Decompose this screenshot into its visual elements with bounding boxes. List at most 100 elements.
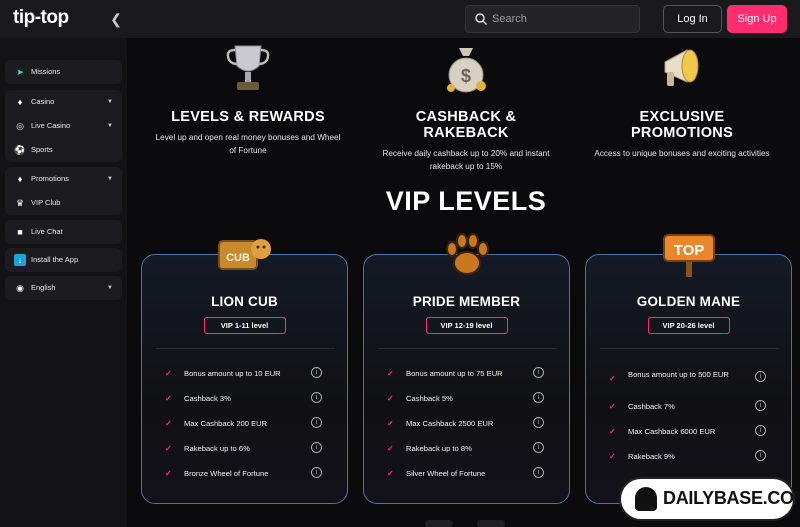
chat-bubble-icon: ■ [17,227,23,237]
sidebar-group-chat: ■ Live Chat [5,220,122,244]
svg-text:$: $ [461,66,471,86]
watermark-text: DAILYBASE.COM [663,488,800,508]
check-icon: ✓ [165,419,172,428]
info-icon[interactable]: i [311,392,322,403]
sidebar-item-install-app[interactable]: ↓ Install the App [5,248,122,272]
chevron-down-icon: ▼ [107,285,113,291]
benefit-row: ✓ Max Cashback 200 EUR i [165,417,326,437]
feature-title: LEVELS & REWARDS [171,109,325,125]
check-icon: ✓ [609,427,616,436]
info-icon[interactable]: i [755,425,766,436]
chevron-left-icon[interactable]: ❮ [108,11,124,27]
benefit-row: ✓ Max Cashback 2500 EUR i [387,417,548,437]
info-icon[interactable]: i [533,392,544,403]
feature-exclusive-promotions: EXCLUSIVE PROMOTIONS Access to unique bo… [587,38,777,160]
megaphone-icon [664,49,699,86]
chevron-down-icon: ▼ [107,176,113,182]
check-icon: ✓ [387,469,394,478]
paw-badge-icon [445,233,489,275]
carousel-dot[interactable] [425,520,453,527]
person-logo-icon [635,487,657,511]
info-icon[interactable]: i [311,367,322,378]
feature-levels-rewards: LEVELS & REWARDS Level up and open real … [153,38,343,157]
watermark: DAILYBASE.COM [621,479,800,519]
info-icon[interactable]: i [311,442,322,453]
sidebar-item-missions[interactable]: ➤ Missions [5,60,122,84]
sidebar-item-language[interactable]: ◉ English ▼ [5,276,122,300]
info-icon[interactable]: i [311,417,322,428]
trophy-icon [226,45,270,90]
vip-level-tag: VIP 1-11 level [203,317,286,334]
divider [600,348,779,349]
basketball-icon: ⚽ [14,145,26,155]
chevron-down-icon: ▼ [107,99,113,105]
benefit-row: ✓ Silver Wheel of Fortune i [387,467,548,487]
vip-card-pride-member: PRIDE MEMBER VIP 12-19 level ✓ Bonus amou… [363,233,570,504]
vip-card-name: PRIDE MEMBER [412,294,521,309]
chevron-down-icon: ▼ [107,123,113,129]
search-input[interactable] [492,10,632,28]
vip-card-lion-cub: CUB LION CUB VIP 1-11 level ✓ Bonus amoun… [141,239,348,504]
feature-title: EXCLUSIVE PROMOTIONS [630,109,734,141]
feature-desc: Receive daily cashback up to 20% and ins… [382,149,550,171]
check-icon: ✓ [387,444,394,453]
benefit-row: ✓ Bonus amount up to 75 EUR i [387,367,548,387]
feature-desc: Level up and open real money bonuses and… [155,133,341,155]
lion-cub-badge-icon: CUB [217,239,271,270]
check-icon: ✓ [165,394,172,403]
sidebar-item-vip-club[interactable]: ♛ VIP Club [5,191,122,215]
live-target-icon: ◎ [16,121,24,131]
search-box[interactable] [465,5,640,33]
sidebar-item-casino[interactable]: ♦ Casino ▼ [5,90,122,114]
vip-level-tag: VIP 12-19 level [425,317,508,334]
vip-card-golden-mane: TOP GOLDEN MANE VIP 20-26 level ✓ Bonus a… [585,234,792,504]
check-icon: ✓ [609,374,616,383]
sidebar-item-promotions[interactable]: ♦ Promotions ▼ [5,167,122,191]
vip-card-name: LION CUB [211,294,278,309]
sidebar-group-missions: ➤ Missions [5,60,122,84]
check-icon: ✓ [609,402,616,411]
benefit-row: ✓ Rakeback 9% i [609,450,770,470]
top-sign-badge-icon: TOP [662,234,715,277]
sidebar-group-language: ◉ English ▼ [5,276,122,300]
globe-icon: ◉ [16,283,24,293]
sidebar-group-promotions: ♦ Promotions ▼ ♛ VIP Club [5,167,122,215]
divider [156,348,335,349]
logo[interactable]: tip-top [13,7,69,29]
info-icon[interactable]: i [311,467,322,478]
info-icon[interactable]: i [755,371,766,382]
benefit-row: ✓ Cashback 7% i [609,400,770,420]
check-icon: ✓ [609,452,616,461]
check-icon: ✓ [165,444,172,453]
info-icon[interactable]: i [533,442,544,453]
benefit-row: ✓ Bonus amount up to 10 EUR i [165,367,326,387]
info-icon[interactable]: i [755,450,766,461]
info-icon[interactable]: i [533,467,544,478]
rocket-icon: ➤ [16,67,24,77]
crown-icon: ♛ [15,198,25,208]
carousel-dot[interactable] [477,520,505,527]
vip-level-tag: VIP 20-26 level [647,317,730,334]
sidebar-item-sports[interactable]: ⚽ Sports [5,138,122,162]
svg-text:TOP: TOP [673,242,704,259]
check-icon: ✓ [165,369,172,378]
signup-button[interactable]: Sign Up [727,5,787,33]
check-icon: ✓ [387,394,394,403]
vip-levels-title: VIP LEVELS [385,186,547,216]
login-button[interactable]: Log In [663,5,722,33]
benefit-row: ✓ Bronze Wheel of Fortune i [165,467,326,487]
sidebar-item-live-casino[interactable]: ◎ Live Casino ▼ [5,114,122,138]
sidebar-item-live-chat[interactable]: ■ Live Chat [5,220,122,244]
sidebar-group-games: ♦ Casino ▼ ◎ Live Casino ▼ ⚽ Sports [5,90,122,162]
tag-icon: ♦ [17,174,23,184]
divider [378,348,557,349]
feature-title: CASHBACK & RAKEBACK [415,109,517,141]
info-icon[interactable]: i [755,400,766,411]
money-bag-icon: $ [447,48,486,93]
benefit-row: ✓ Bonus amount up to 500 EUR i [609,367,770,393]
benefit-row: ✓ Cashback 5% i [387,392,548,412]
info-icon[interactable]: i [533,417,544,428]
sidebar-group-app: ↓ Install the App [5,248,122,272]
benefit-row: ✓ Rakeback up to 6% i [165,442,326,462]
info-icon[interactable]: i [533,367,544,378]
